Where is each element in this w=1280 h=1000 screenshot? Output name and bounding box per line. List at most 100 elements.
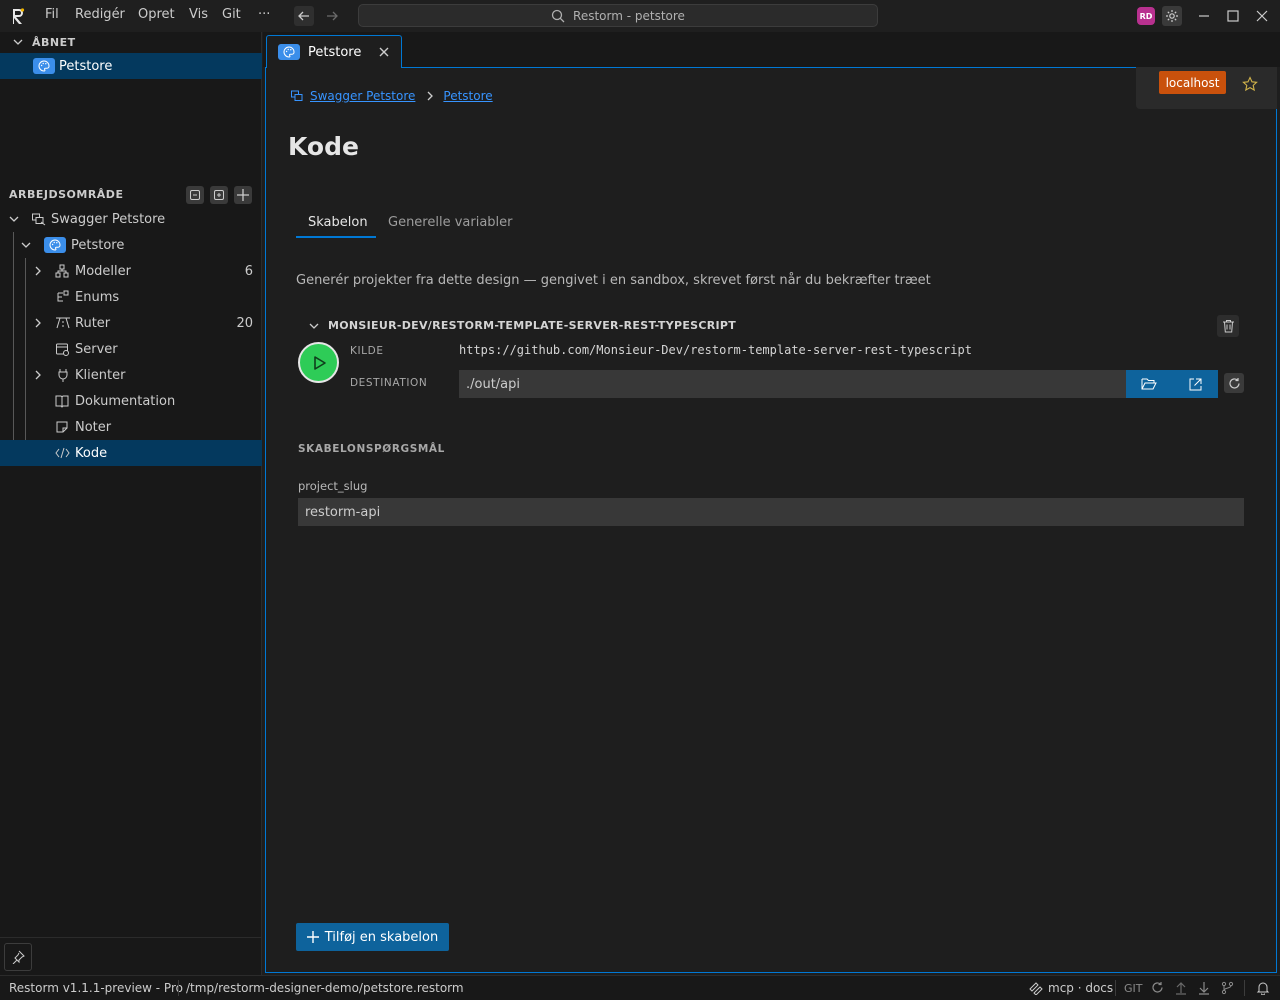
search-label: Restorm - petstore — [573, 8, 685, 23]
tree-item-label: Dokumentation — [75, 393, 176, 409]
minimize-icon — [1199, 15, 1209, 17]
bell-icon[interactable] — [1256, 981, 1270, 995]
trash-icon — [1222, 320, 1234, 333]
mcp-icon — [1029, 982, 1043, 995]
open-item-label: Petstore — [59, 58, 113, 74]
arrow-right-icon — [327, 11, 338, 21]
chevron-right-icon — [35, 370, 41, 380]
palette-icon — [33, 58, 55, 74]
destination-input[interactable]: ./out/api — [459, 370, 1126, 398]
tree-item-kode[interactable]: Kode — [0, 440, 262, 466]
open-item-petstore[interactable]: Petstore — [0, 53, 262, 79]
description: Generér projekter fra dette design — gen… — [296, 273, 931, 288]
tab-label: Petstore — [308, 44, 362, 60]
workspace-section-header: ARBEJDSOMRÅDE — [9, 188, 124, 201]
delete-template-button[interactable] — [1217, 315, 1239, 337]
source-label: KILDE — [350, 345, 384, 357]
subtab-skabelon[interactable]: Skabelon — [308, 215, 368, 230]
tree-item-klienter[interactable]: Klienter — [0, 362, 262, 388]
pull-icon[interactable] — [1198, 981, 1210, 995]
version-label[interactable]: Restorm v1.1.1-preview - Pro — [9, 981, 183, 995]
tab-petstore[interactable]: Petstore — [266, 35, 402, 68]
close-window-button[interactable] — [1252, 6, 1272, 26]
menu-vis[interactable]: Vis — [189, 7, 208, 22]
forward-button[interactable] — [322, 6, 342, 26]
title-bar: Fil Redigér Opret Vis Git ··· Restorm - … — [0, 0, 1280, 32]
environment-badge[interactable]: localhost — [1159, 71, 1226, 94]
star-icon[interactable] — [1242, 76, 1258, 92]
file-path[interactable]: /tmp/restorm-designer-demo/petstore.rest… — [186, 981, 464, 995]
pin-icon — [12, 950, 25, 964]
avatar[interactable]: RD — [1137, 7, 1155, 25]
pin-button[interactable] — [4, 943, 32, 971]
new-folder-button[interactable] — [210, 186, 228, 204]
run-template-button[interactable] — [298, 342, 339, 383]
tree-item-label: Modeller — [75, 263, 131, 279]
chevron-right-icon — [427, 91, 434, 101]
breadcrumb-petstore[interactable]: Petstore — [443, 89, 492, 103]
sidebar — [0, 32, 262, 975]
page-title: Kode — [288, 132, 359, 161]
command-search[interactable]: Restorm - petstore — [358, 4, 878, 27]
browse-folder-button[interactable] — [1126, 370, 1172, 398]
divider — [1244, 980, 1245, 996]
menu-more[interactable]: ··· — [258, 7, 270, 22]
chevron-right-icon — [35, 266, 41, 276]
plug-icon — [58, 369, 68, 382]
tree-item-label: Swagger Petstore — [51, 211, 166, 227]
chevron-down-icon[interactable] — [12, 36, 24, 48]
search-icon — [551, 9, 565, 22]
mcp-docs-label[interactable]: mcp · docs — [1048, 981, 1113, 995]
settings-button[interactable] — [1162, 6, 1182, 26]
branch-icon[interactable] — [1221, 981, 1234, 995]
refresh-button[interactable] — [1224, 373, 1244, 393]
menu-rediger[interactable]: Redigér — [75, 7, 125, 22]
menu-git[interactable]: Git — [222, 7, 241, 22]
sync-icon[interactable] — [1151, 981, 1164, 994]
palette-icon — [44, 237, 66, 253]
tree-item-dokumentation[interactable]: Dokumentation — [0, 388, 262, 414]
tree-item-modeller[interactable]: Modeller 6 — [0, 258, 262, 284]
tree-item-label: Noter — [75, 419, 112, 435]
menu-opret[interactable]: Opret — [138, 7, 175, 22]
refresh-icon — [1228, 377, 1240, 389]
server-icon — [56, 343, 69, 356]
minimize-button[interactable] — [1194, 6, 1214, 26]
push-icon[interactable] — [1175, 981, 1187, 995]
divider — [0, 937, 262, 938]
chevron-right-icon — [35, 318, 41, 328]
add-template-button[interactable]: Tilføj en skabelon — [296, 923, 449, 951]
status-bar: Restorm v1.1.1-preview - Pro /tmp/restor… — [0, 975, 1280, 1000]
tree-item-label: Server — [75, 341, 118, 357]
menu-fil[interactable]: Fil — [45, 7, 59, 22]
collapse-all-button[interactable] — [186, 186, 204, 204]
tab-bar — [263, 32, 1280, 67]
code-icon — [55, 447, 70, 459]
open-section-header: ÅBNET — [32, 36, 76, 49]
enum-icon — [57, 290, 69, 302]
back-button[interactable] — [294, 6, 314, 26]
tree-item-server[interactable]: Server — [0, 336, 262, 362]
tree-item-count: 6 — [244, 263, 253, 279]
gear-icon — [1166, 10, 1178, 22]
tree-item-petstore[interactable]: Petstore — [0, 232, 262, 258]
tree-item-swagger-petstore[interactable]: Swagger Petstore — [0, 206, 262, 232]
destination-label: DESTINATION — [350, 377, 428, 389]
maximize-button[interactable] — [1223, 6, 1243, 26]
destination-actions — [1126, 370, 1218, 398]
tree-item-label: Kode — [75, 445, 108, 461]
arrow-left-icon — [298, 11, 309, 21]
close-icon[interactable] — [379, 47, 389, 57]
open-external-button[interactable] — [1172, 370, 1218, 398]
breadcrumb-swagger-petstore[interactable]: Swagger Petstore — [310, 89, 415, 103]
tree-item-ruter[interactable]: Ruter 20 — [0, 310, 262, 336]
chevron-down-icon[interactable] — [308, 320, 320, 332]
project-slug-input[interactable]: restorm-api — [298, 498, 1244, 526]
tree-item-enums[interactable]: Enums — [0, 284, 262, 310]
subtab-generelle-variabler[interactable]: Generelle variabler — [388, 215, 513, 230]
tree-item-noter[interactable]: Noter — [0, 414, 262, 440]
workspace-icon — [32, 213, 46, 226]
project-slug-value: restorm-api — [305, 504, 381, 520]
route-icon — [56, 317, 70, 329]
add-button[interactable] — [234, 186, 252, 204]
